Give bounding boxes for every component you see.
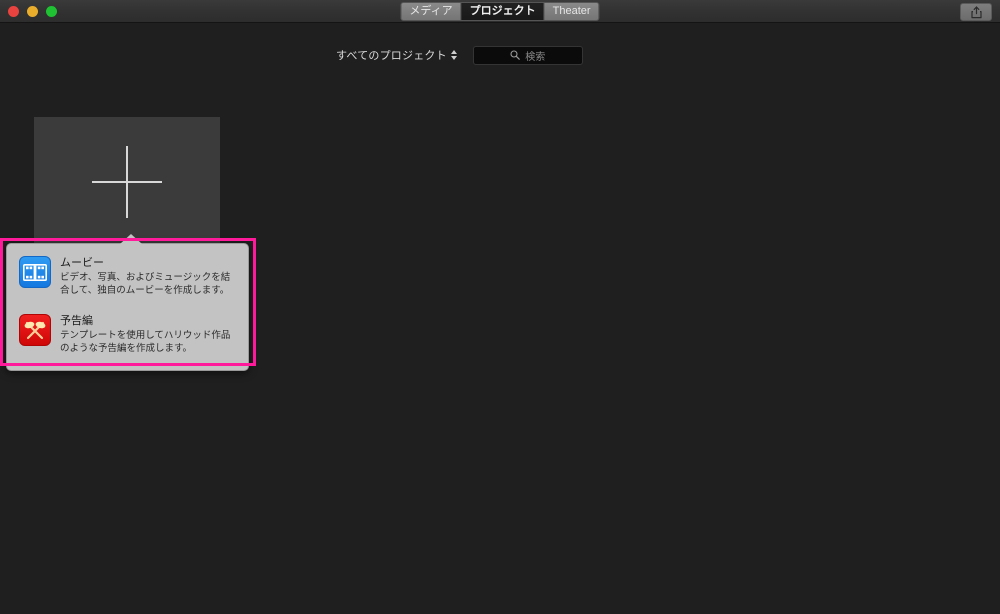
plus-icon-bar (92, 181, 162, 183)
tab-projects[interactable]: プロジェクト (461, 3, 545, 20)
popover-arrow (120, 234, 142, 244)
chevron-up-icon (450, 50, 457, 54)
new-project-tile[interactable] (34, 117, 220, 247)
searchlights-icon (19, 313, 51, 346)
tab-theater[interactable]: Theater (544, 3, 599, 20)
popover-item-text: ムービー ビデオ、写真、およびミュージックを結合して、独自のムービーを作成します… (60, 256, 236, 298)
popover-item-trailer[interactable]: 予告編 テンプレートを使用してハリウッド作品のような予告編を作成します。 (15, 311, 240, 360)
toolbar: メディア プロジェクト Theater (0, 0, 1000, 23)
view-mode-segmented-control[interactable]: メディア プロジェクト Theater (400, 2, 600, 21)
film-strip-icon (19, 256, 51, 288)
project-filter-label[interactable]: すべてのプロジェクト (336, 47, 447, 63)
chevron-updown-icon[interactable] (450, 48, 457, 62)
close-window-button[interactable] (8, 6, 19, 17)
chevron-down-icon (450, 56, 457, 60)
popover-item-movie[interactable]: ムービー ビデオ、写真、およびミュージックを結合して、独自のムービーを作成します… (15, 253, 240, 302)
popover-item-title: 予告編 (60, 314, 93, 327)
search-input[interactable]: 検索 (472, 45, 583, 65)
share-icon (970, 5, 982, 18)
popover-item-text: 予告編 テンプレートを使用してハリウッド作品のような予告編を作成します。 (60, 314, 236, 356)
traffic-lights (8, 0, 57, 23)
new-project-popover: ムービー ビデオ、写真、およびミュージックを結合して、独自のムービーを作成します… (6, 234, 249, 371)
popover-item-title: ムービー (60, 257, 104, 269)
popover-item-description: テンプレートを使用してハリウッド作品のような予告編を作成します。 (60, 330, 231, 354)
popover-panel: ムービー ビデオ、写真、およびミュージックを結合して、独自のムービーを作成します… (6, 243, 249, 371)
share-button[interactable] (960, 3, 992, 21)
library-filter-row: すべてのプロジェクト 検索 (336, 44, 583, 66)
search-placeholder: 検索 (525, 51, 546, 63)
search-icon (510, 50, 521, 60)
tab-media[interactable]: メディア (401, 3, 462, 20)
popover-item-description: ビデオ、写真、およびミュージックを結合して、独自のムービーを作成します。 (60, 272, 231, 296)
minimize-window-button[interactable] (27, 6, 38, 17)
app-window: メディア プロジェクト Theater すべてのプロジェクト 検索 ムービー ビ… (0, 0, 1000, 614)
maximize-window-button[interactable] (46, 6, 57, 17)
